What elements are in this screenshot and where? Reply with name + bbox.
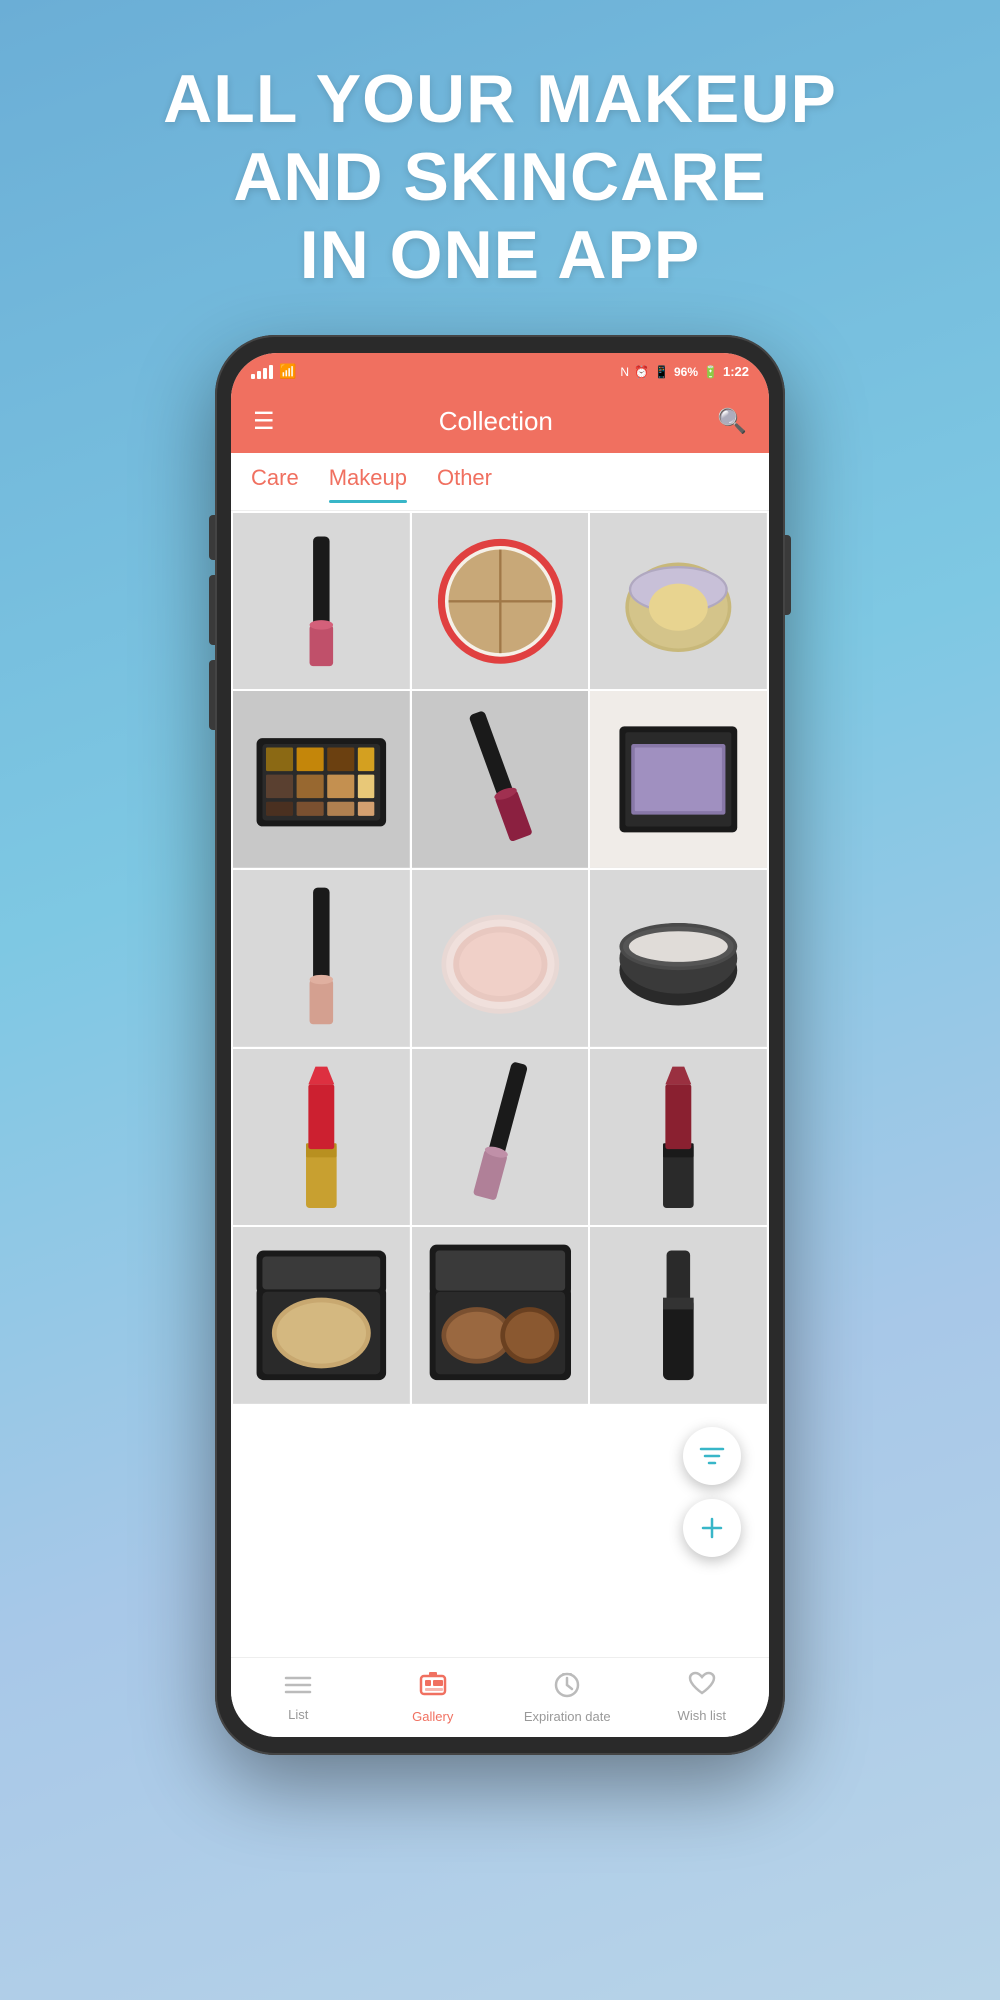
expiration-icon (553, 1670, 581, 1705)
volume-up-button (209, 575, 215, 645)
bottom-nav: List Gallery (231, 1657, 769, 1737)
status-right: N ⏰ 📱 96% 🔋 1:22 (620, 364, 749, 379)
nav-wishlist[interactable]: Wish list (635, 1671, 770, 1723)
tab-other[interactable]: Other (437, 465, 492, 497)
product-item[interactable] (590, 1227, 767, 1404)
product-item[interactable] (412, 691, 589, 868)
nav-expiration[interactable]: Expiration date (500, 1670, 635, 1724)
list-label: List (288, 1707, 308, 1722)
volume-down-button (209, 660, 215, 730)
alarm-icon: ⏰ (634, 365, 649, 379)
product-item[interactable] (233, 870, 410, 1047)
gallery-label: Gallery (412, 1709, 453, 1724)
product-item[interactable] (233, 1049, 410, 1226)
product-item[interactable] (412, 1227, 589, 1404)
list-icon (284, 1672, 312, 1703)
hero-section: ALL YOUR MAKEUP AND SKINCARE IN ONE APP (103, 0, 897, 335)
sim-icon: 📱 (654, 365, 669, 379)
status-left: 📶 (251, 363, 296, 380)
product-item[interactable] (590, 1049, 767, 1226)
fab-container (683, 1427, 741, 1557)
filter-button[interactable] (683, 1427, 741, 1485)
product-item[interactable] (233, 513, 410, 690)
header-title: Collection (439, 406, 553, 437)
status-bar: 📶 N ⏰ 📱 96% 🔋 1:22 (231, 353, 769, 391)
tab-care[interactable]: Care (251, 465, 299, 497)
add-button[interactable] (683, 1499, 741, 1557)
wishlist-label: Wish list (678, 1708, 726, 1723)
tab-makeup[interactable]: Makeup (329, 465, 407, 497)
tabs-bar: Care Makeup Other (231, 453, 769, 511)
product-item[interactable] (233, 1227, 410, 1404)
product-item[interactable] (412, 513, 589, 690)
wifi-icon: 📶 (279, 363, 296, 380)
wishlist-icon (688, 1671, 716, 1704)
clock: 1:22 (723, 364, 749, 379)
phone-mockup: 📶 N ⏰ 📱 96% 🔋 1:22 ☰ Collection 🔍 Care M… (215, 335, 785, 1755)
product-grid-area[interactable] (231, 511, 769, 1657)
menu-button[interactable]: ☰ (253, 407, 275, 436)
hero-title: ALL YOUR MAKEUP AND SKINCARE IN ONE APP (163, 60, 837, 295)
product-grid (231, 511, 769, 1406)
app-header: ☰ Collection 🔍 (231, 391, 769, 453)
product-item[interactable] (412, 870, 589, 1047)
battery-level: 96% (674, 365, 698, 379)
product-item[interactable] (412, 1049, 589, 1226)
search-button[interactable]: 🔍 (717, 407, 747, 436)
nav-gallery[interactable]: Gallery (366, 1670, 501, 1724)
product-item[interactable] (590, 513, 767, 690)
product-item[interactable] (590, 870, 767, 1047)
signal-icon (251, 365, 273, 379)
gallery-icon (419, 1670, 447, 1705)
expiration-label: Expiration date (524, 1709, 611, 1724)
phone-screen: 📶 N ⏰ 📱 96% 🔋 1:22 ☰ Collection 🔍 Care M… (231, 353, 769, 1737)
nfc-icon: N (620, 365, 629, 379)
mute-button (209, 515, 215, 560)
product-item[interactable] (233, 691, 410, 868)
power-button (785, 535, 791, 615)
battery-icon: 🔋 (703, 365, 718, 379)
nav-list[interactable]: List (231, 1672, 366, 1722)
product-item[interactable] (590, 691, 767, 868)
